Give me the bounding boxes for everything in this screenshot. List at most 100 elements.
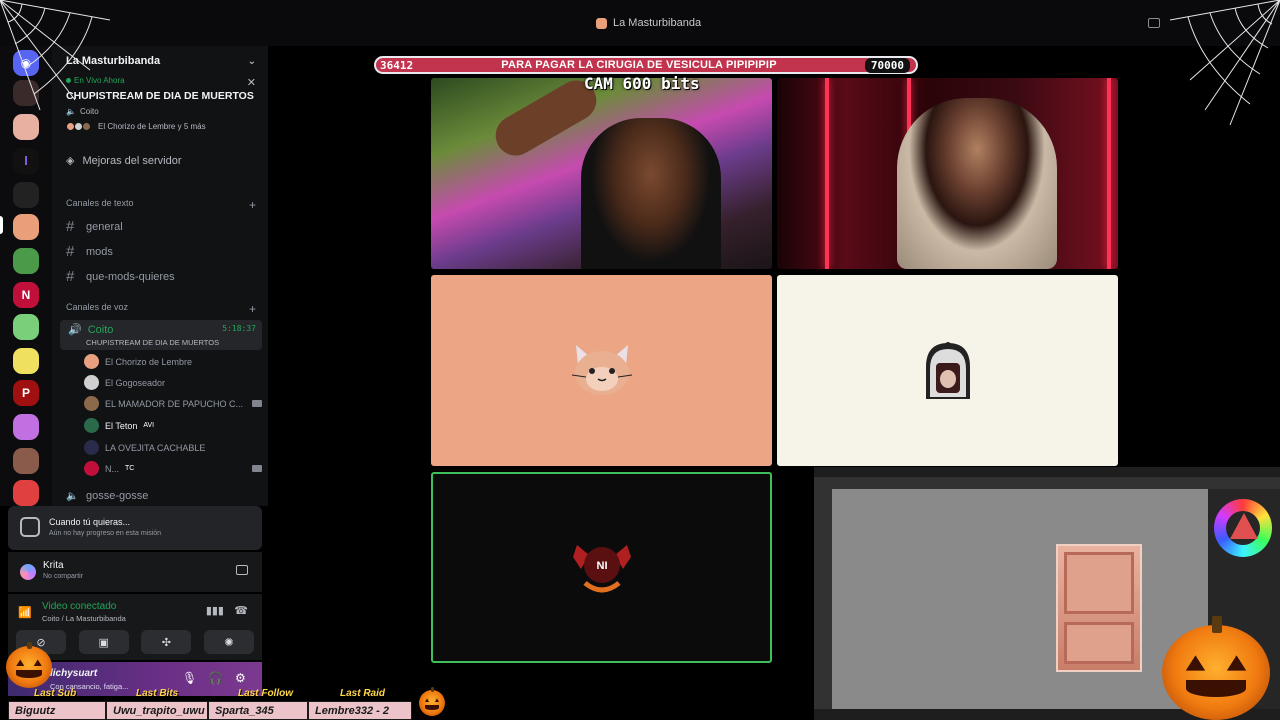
- window-title-text: La Masturbibanda: [613, 17, 702, 29]
- server-icon-10[interactable]: [13, 414, 39, 440]
- noise-suppression-icon[interactable]: ▮▮▮: [206, 604, 224, 617]
- activity-status: No compartir: [43, 573, 84, 580]
- active-server-pill: [0, 216, 3, 234]
- cam-bits-overlay: CAM 600 bits: [584, 74, 700, 93]
- server-icon-11[interactable]: [13, 448, 39, 474]
- last-follow-label: Last Follow: [238, 688, 293, 699]
- video-frame: [581, 118, 721, 269]
- channel-general[interactable]: # general: [66, 218, 256, 235]
- channel-mods[interactable]: # mods: [66, 243, 256, 260]
- goal-target: 70000: [864, 57, 910, 73]
- neon-light: [1107, 78, 1111, 269]
- speaker-icon: 🔊: [68, 324, 82, 336]
- last-follow-value: Sparta_345: [208, 701, 308, 720]
- headphones-icon[interactable]: 🎧: [208, 671, 223, 685]
- krita-artwork: [1056, 544, 1142, 672]
- signal-icon[interactable]: 📶: [18, 606, 32, 619]
- microphone-icon[interactable]: 🎙: [182, 671, 197, 685]
- channel-que-mods-quieres[interactable]: # que-mods-quieres: [66, 268, 256, 285]
- voice-channel-name-wrap: 🔊 Coito: [68, 323, 114, 337]
- event-attendees-text: El Chorizo de Lembre y 5 más: [98, 122, 206, 131]
- activities-button[interactable]: ✣: [141, 630, 192, 654]
- logo-avatar-icon: NI: [572, 544, 631, 592]
- neon-light: [825, 78, 829, 269]
- pumpkin-icon: [1162, 615, 1270, 720]
- quest-card[interactable]: Cuando tú quieras... Aún no hay progreso…: [8, 506, 262, 550]
- server-icon-3[interactable]: l: [13, 148, 39, 174]
- voice-connection-location[interactable]: Coito / La Masturbibanda: [42, 614, 126, 623]
- krita-toolbar: [814, 477, 1280, 489]
- last-bits-label: Last Bits: [136, 688, 179, 699]
- voice-action-buttons: ⊘ ▣ ✣ ✺: [16, 630, 254, 654]
- voice-channel-gosse-gosse[interactable]: 🔈 gosse-gosse: [66, 490, 256, 502]
- last-bits-value: Uwu_trapito_uwu 25: [106, 701, 208, 720]
- goal-message: PARA PAGAR LA CIRUGIA DE VESICULA PIPIPI…: [501, 59, 777, 71]
- spiderweb-icon: [1170, 0, 1280, 126]
- disconnect-icon[interactable]: ☎: [234, 604, 248, 617]
- last-raid-label: Last Raid: [340, 688, 386, 699]
- activity-panel[interactable]: Krita No compartir: [8, 552, 262, 592]
- voice-channel-name: Coito: [87, 323, 114, 336]
- video-tile-streamer[interactable]: [431, 78, 772, 269]
- voice-user[interactable]: EL MAMADOR DE PAPUCHO C...: [84, 396, 262, 411]
- server-icon-active[interactable]: [13, 214, 39, 240]
- server-icon-8[interactable]: [13, 348, 39, 374]
- server-icon-9[interactable]: P: [13, 380, 39, 406]
- artwork-panel: [1064, 552, 1134, 614]
- username[interactable]: lichysuart: [50, 668, 97, 679]
- voice-connection-status[interactable]: Video conectado: [42, 601, 116, 612]
- voice-status: CHUPISTREAM DE DIA DE MUERTOS: [86, 338, 220, 347]
- video-tile-avatar-cat[interactable]: [431, 275, 772, 466]
- krita-canvas: [832, 489, 1208, 709]
- last-sub-value: Biguutz: [8, 701, 106, 720]
- krita-toolbox: [814, 489, 832, 709]
- hash-icon: #: [66, 243, 75, 260]
- channel-label: gosse-gosse: [86, 490, 149, 502]
- add-channel-icon[interactable]: +: [249, 198, 256, 212]
- camera-icon: [252, 400, 262, 407]
- hash-icon: #: [66, 218, 75, 235]
- category-text-channels[interactable]: Canales de texto +: [66, 198, 256, 212]
- window-titlebar: La Masturbibanda: [0, 0, 1280, 46]
- inbox-icon[interactable]: [1148, 18, 1160, 28]
- server-rail: ◉ l N P: [0, 46, 52, 506]
- gear-icon[interactable]: ⚙: [235, 671, 246, 685]
- soundboard-button[interactable]: ✺: [203, 630, 254, 654]
- voice-user[interactable]: El Chorizo de Lembre: [84, 354, 262, 369]
- video-tile-avatar-logo[interactable]: NI: [431, 472, 772, 663]
- server-icon-2[interactable]: [13, 114, 39, 140]
- cat-avatar-icon: [571, 344, 632, 395]
- speaker-icon: 🔈: [66, 490, 79, 502]
- event-attendees: El Chorizo de Lembre y 5 más: [66, 122, 256, 131]
- video-tile-guest[interactable]: [777, 78, 1118, 269]
- server-boost-link[interactable]: ◈ Mejoras del servidor: [66, 154, 182, 168]
- voice-elapsed: 5:18:37: [222, 324, 256, 333]
- voice-user[interactable]: LA OVEJITA CACHABLE: [84, 440, 262, 455]
- avatar: [84, 440, 99, 455]
- share-screen-button[interactable]: ▣: [78, 630, 129, 654]
- server-icon-4[interactable]: [13, 182, 39, 208]
- quest-subtitle: Aún no hay progreso en esta misión: [49, 530, 162, 537]
- server-icon-5[interactable]: [13, 248, 39, 274]
- close-icon[interactable]: ✕: [247, 76, 256, 89]
- boost-gem-icon: ◈: [66, 155, 75, 167]
- server-icon-6[interactable]: N: [13, 282, 39, 308]
- voice-user[interactable]: El Teton AVI: [84, 418, 262, 433]
- voice-channel-coito[interactable]: 🔊 Coito 5:18:37 CHUPISTREAM DE DIA DE MU…: [60, 320, 262, 350]
- avatar: [84, 461, 99, 476]
- category-label: Canales de voz: [66, 302, 129, 312]
- server-icon-12[interactable]: [13, 480, 39, 506]
- add-channel-icon[interactable]: +: [249, 302, 256, 316]
- server-icon-7[interactable]: [13, 314, 39, 340]
- boost-label: Mejoras del servidor: [82, 154, 182, 167]
- category-voice-channels[interactable]: Canales de voz +: [66, 302, 256, 316]
- video-tile-avatar-ghost[interactable]: [777, 275, 1118, 466]
- voice-user-name: El Chorizo de Lembre: [105, 356, 193, 367]
- voice-user[interactable]: El Gogoseador: [84, 375, 262, 390]
- krita-icon: [20, 564, 36, 580]
- screen-share-icon[interactable]: [236, 565, 248, 575]
- svg-text:NI: NI: [596, 560, 607, 572]
- voice-user[interactable]: N... TC: [84, 461, 262, 476]
- channel-label: que-mods-quieres: [86, 270, 175, 283]
- quest-title: Cuando tú quieras...: [49, 517, 131, 527]
